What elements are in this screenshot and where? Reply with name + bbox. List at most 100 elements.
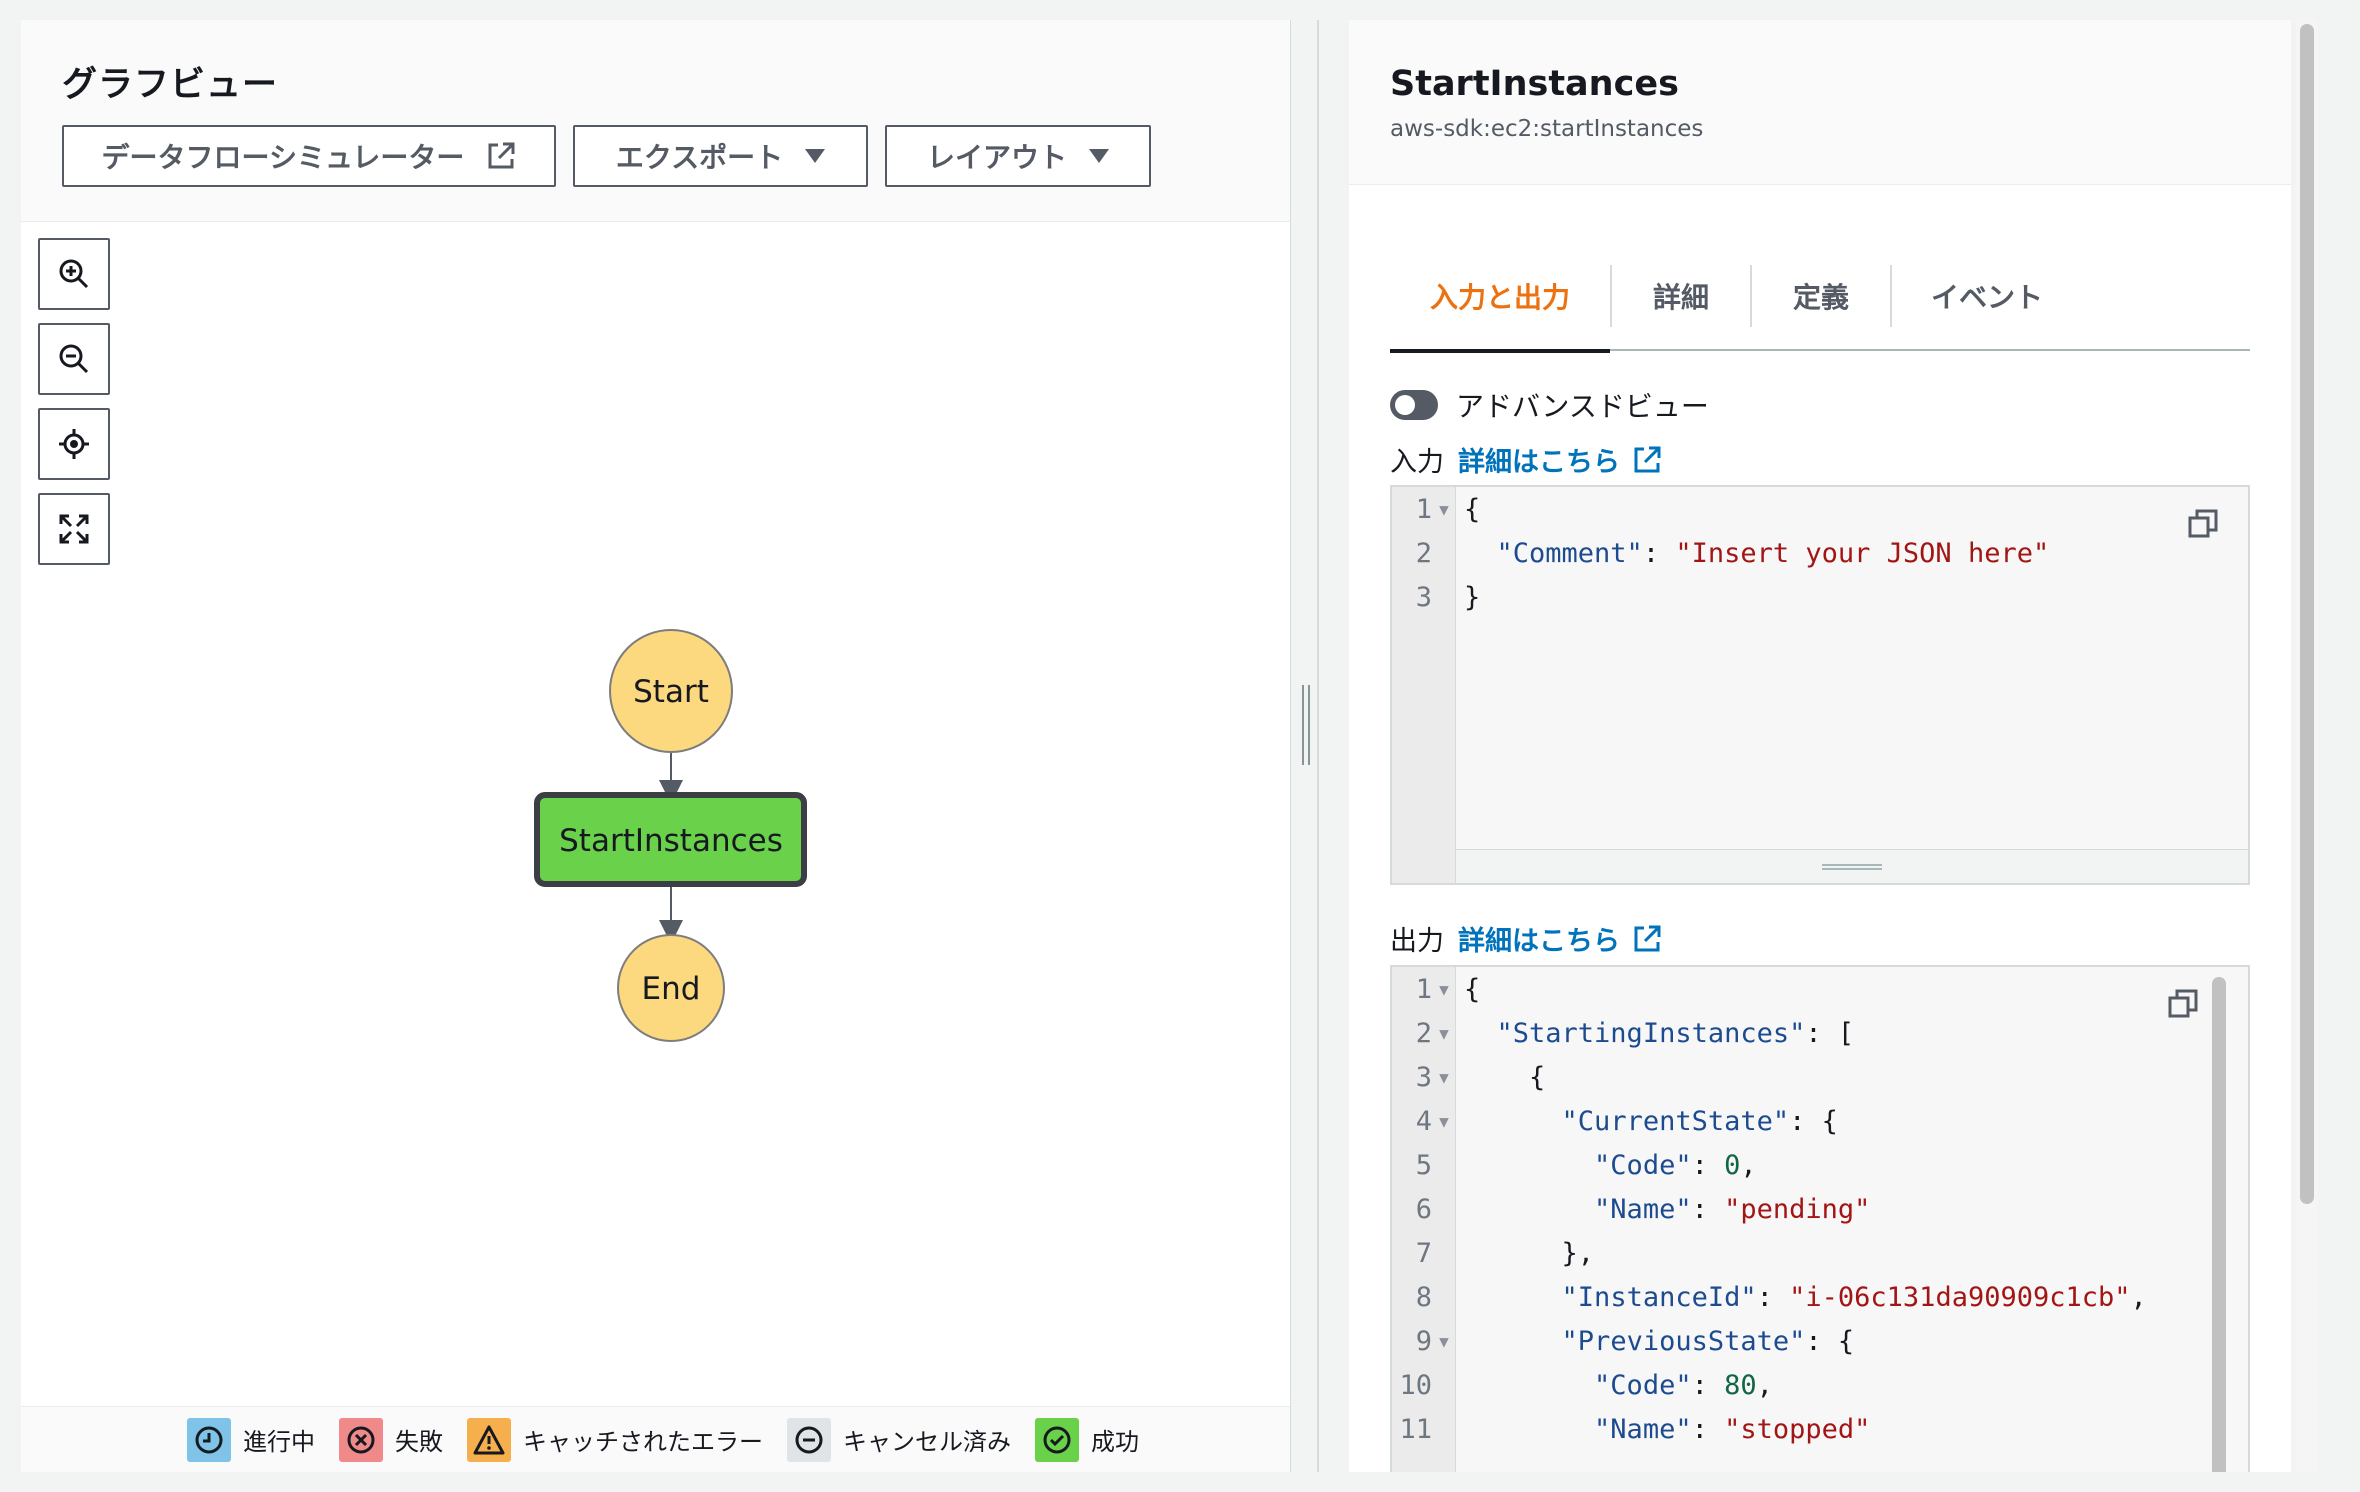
line-number: 6 [1415,1193,1432,1225]
code-text: } [1456,582,1480,613]
code-token: , [1740,1149,1757,1181]
input-label: 入力 [1390,447,1444,478]
legend-label: 失敗 [395,1428,443,1456]
code-line: 2 "Comment": "Insert your JSON here" [1392,531,2049,575]
start-node-label: Start [633,674,709,710]
page-scrollbar-thumb[interactable] [2300,24,2314,1204]
output-scrollbar[interactable] [2212,977,2226,1472]
check-circle-icon [1043,1426,1071,1453]
code-token: : [1642,537,1676,569]
center-icon [59,429,89,459]
code-token: , [2130,1281,2147,1313]
output-info-link[interactable]: 詳細はこちら [1458,919,1662,958]
code-token: 80 [1724,1369,1757,1401]
code-text: "InstanceId": "i-06c131da90909c1cb", [1456,1282,2147,1313]
input-json-editor[interactable]: 1 ▼{2 "Comment": "Insert your JSON here" 3… [1390,485,2250,885]
copy-icon[interactable] [2166,987,2200,1021]
code-token: "StartingInstances" [1496,1017,1806,1049]
graph-canvas[interactable]: Start StartInstances End [21,20,1291,1472]
graph-toolbar: データフローシミュレーター エクスポート レイアウト [62,125,1151,187]
code-token: : [ [1805,1017,1855,1049]
code-token: "InstanceId" [1561,1281,1757,1313]
fold-arrow-icon[interactable]: ▼ [1432,1068,1456,1087]
layout-label: レイアウト [926,141,1067,174]
code-line: 4 ▼ "CurrentState": { [1392,1099,1838,1143]
legend-label: キャッチされたエラー [523,1428,763,1456]
code-token: 0 [1724,1149,1741,1181]
x-circle-icon [347,1426,375,1453]
zoom-in-button[interactable] [38,238,110,310]
zoom-in-icon [59,259,89,289]
legend-in-progress: 進行中 [187,1417,315,1462]
line-number: 4 [1415,1105,1432,1137]
tab-definition[interactable]: 定義 [1752,241,1890,351]
clock-icon [195,1426,223,1453]
code-line: 3 ▼ { [1392,1055,1546,1099]
line-number: 2 [1415,537,1432,569]
external-link-icon [1634,925,1661,951]
code-token: "Insert your JSON here" [1675,537,2050,569]
advanced-view-toggle[interactable] [1390,390,1438,420]
advanced-view-label: アドバンスドビュー [1456,390,1709,423]
legend-succeeded: 成功 [1035,1417,1139,1462]
code-token: , [1756,1369,1773,1401]
line-number: 1 [1415,973,1432,1005]
graph-header: グラフビュー データフローシミュレーター エクスポート レイアウト [21,20,1290,222]
fold-arrow-icon[interactable]: ▼ [1432,980,1456,999]
code-line: 3} [1392,575,1481,619]
code-text: { [1456,974,1480,1005]
data-flow-simulator-button[interactable]: データフローシミュレーター [62,125,556,187]
fold-arrow-icon[interactable]: ▼ [1432,1332,1456,1351]
output-json-viewer[interactable]: 1 ▼{2 ▼ "StartingInstances": [3 ▼ {4 ▼ "Curr… [1390,965,2250,1472]
legend-cancelled: キャンセル済み [787,1417,1011,1462]
panel-divider [1317,20,1319,1472]
tab-input-output[interactable]: 入力と出力 [1390,241,1610,353]
center-graph-button[interactable] [38,408,110,480]
tab-events[interactable]: イベント [1892,241,2082,351]
code-text: "StartingInstances": [ [1456,1017,1855,1049]
fit-to-screen-button[interactable] [38,493,110,565]
code-text: "Code": 0, [1456,1150,1757,1181]
fold-arrow-icon[interactable]: ▼ [1432,1112,1456,1131]
page-scrollbar[interactable] [2296,20,2318,1472]
line-number: 3 [1415,1061,1432,1093]
fold-arrow-icon[interactable]: ▼ [1432,1024,1456,1043]
code-token: : { [1805,1325,1855,1357]
code-text: "CurrentState": { [1456,1106,1838,1137]
fold-arrow-icon[interactable]: ▼ [1432,500,1456,519]
code-text: "Name": "stopped" [1456,1414,1870,1445]
editor-resize-handle[interactable] [1456,849,2248,883]
code-line: 1 ▼ { [1392,487,1481,531]
code-token: }, [1464,1237,1595,1269]
code-token: "Name" [1594,1193,1692,1225]
input-info-link[interactable]: 詳細はこちら [1458,440,1662,479]
state-name: StartInstances [1390,64,1679,104]
code-token: "stopped" [1724,1413,1871,1445]
code-line: 10 "Code": 80, [1392,1363,1773,1407]
legend-swatch-cancelled [787,1417,831,1462]
code-line: 5 "Code": 0, [1392,1143,1757,1187]
tab-details[interactable]: 詳細 [1612,241,1750,351]
zoom-out-button[interactable] [38,323,110,395]
warning-icon [473,1425,505,1454]
code-line: 1 ▼ { [1392,967,1481,1011]
copy-icon[interactable] [2186,507,2220,541]
export-dropdown-button[interactable]: エクスポート [573,125,868,187]
code-text: { [1456,494,1480,525]
code-line: 11 "Name": "stopped" [1392,1407,1870,1451]
code-token: "Name" [1594,1413,1692,1445]
code-line: 9 ▼ "PreviousState": { [1392,1319,1854,1363]
code-text: "Comment": "Insert your JSON here" [1456,537,2050,569]
code-line: 2 ▼ "StartingInstances": [ [1392,1011,1854,1055]
code-text: }, [1456,1237,1595,1269]
code-token: "CurrentState" [1561,1105,1790,1137]
layout-dropdown-button[interactable]: レイアウト [885,125,1151,187]
legend-caught-error: キャッチされたエラー [467,1417,763,1462]
panel-resize-handle[interactable] [1300,685,1312,765]
